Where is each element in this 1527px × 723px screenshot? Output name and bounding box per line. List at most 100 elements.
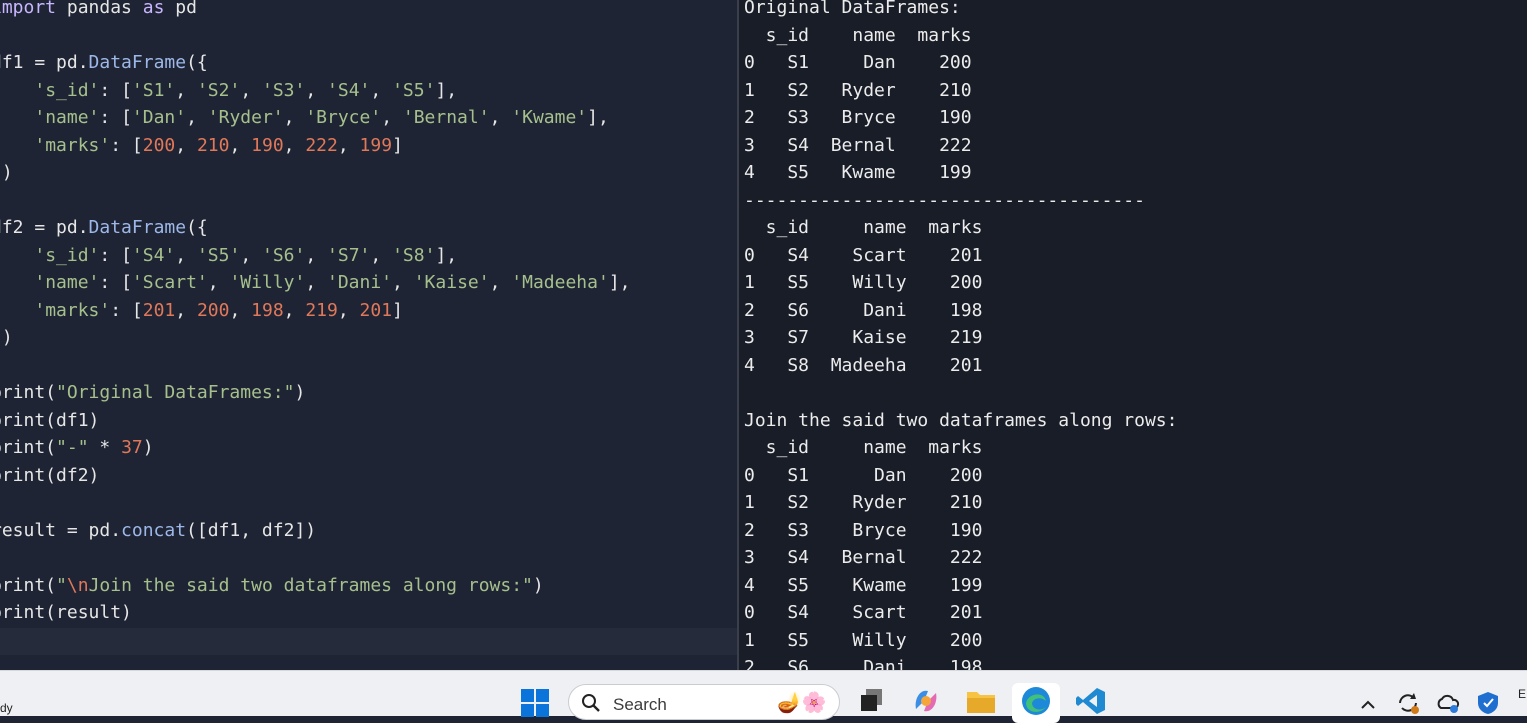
code-token: }) [0, 327, 13, 348]
code-token: , [283, 107, 306, 128]
code-token: "-" [56, 437, 89, 458]
code-token: : [ [99, 244, 132, 266]
code-token: print(df2) [0, 464, 100, 486]
status-text: dy [0, 701, 13, 715]
code-token: print(result) [0, 602, 132, 623]
code-token: , [229, 299, 252, 321]
code-line: result = pd.concat([df1, df2]) [0, 517, 316, 544]
code-token: ], [608, 272, 631, 293]
code-token: ], [435, 79, 458, 101]
code-token: 'Willy' [229, 272, 306, 293]
code-token: 'S5' [392, 79, 436, 101]
code-token: 'Scart' [131, 272, 208, 293]
output-line: Join the said two dataframes along rows: [744, 409, 1178, 431]
code-token: ([df1, df2]) [186, 519, 317, 541]
code-token: * [88, 437, 122, 458]
output-line: 2 S3 Bryce 190 [744, 519, 983, 541]
output-line: 1 S5 Willy 200 [744, 272, 983, 293]
code-editor[interactable]: import pandas as pddf1 = pd.DataFrame({ … [0, 0, 737, 670]
code-token: 200 [196, 299, 230, 321]
sync-icon[interactable] [1392, 687, 1424, 719]
code-token: 'S4' [131, 244, 176, 266]
code-token: 210 [196, 134, 230, 156]
code-token: pd [164, 0, 197, 18]
code-token: : [ [110, 299, 143, 321]
output-line: 4 S8 Madeeha 201 [744, 354, 983, 376]
code-token: DataFrame [88, 52, 187, 73]
chevron-up-icon[interactable] [1352, 689, 1384, 721]
code-token: 'Madeeha' [511, 272, 609, 293]
code-token: 201 [359, 299, 393, 321]
code-token: 'S2' [196, 79, 241, 101]
output-line: 0 S4 Scart 201 [744, 602, 983, 623]
output-line: 3 S4 Bernal 222 [744, 547, 983, 568]
code-token: Join the said two dataframes along rows:… [88, 574, 533, 596]
output-line: 0 S1 Dan 200 [744, 52, 972, 73]
code-token: 's_id' [34, 244, 100, 266]
code-token: 'Dan' [131, 107, 187, 128]
edge-icon[interactable] [1020, 685, 1052, 717]
output-console[interactable]: Original DataFrames: s_id name marks 0 S1… [739, 0, 1527, 670]
code-token: , [370, 79, 393, 101]
code-token: , [207, 272, 230, 293]
code-token: , [337, 299, 360, 321]
code-token: , [489, 107, 512, 128]
code-token: concat [121, 519, 187, 541]
code-token: 219 [305, 299, 338, 321]
code-token: 'S4' [327, 79, 371, 101]
defender-icon[interactable] [1472, 687, 1504, 719]
code-line: }) [0, 324, 13, 351]
code-token: 199 [359, 134, 393, 156]
code-token: 198 [251, 299, 284, 321]
code-token: , [392, 272, 414, 293]
code-token: \n [66, 574, 89, 596]
code-token: " [56, 574, 67, 596]
code-token: 'Kwame' [511, 107, 588, 128]
code-token: : [ [99, 272, 132, 293]
code-token: ], [587, 107, 609, 128]
output-line: 2 S6 Dani 198 [744, 657, 983, 670]
vscode-icon[interactable] [1075, 685, 1107, 717]
code-token: print( [0, 437, 57, 458]
code-token: , [229, 134, 252, 156]
code-token: }) [0, 162, 13, 183]
code-line: 's_id': ['S1', 'S2', 'S3', 'S4', 'S5'], [0, 77, 457, 104]
code-token: , [305, 244, 328, 266]
code-token: ) [532, 574, 544, 596]
code-token: , [175, 299, 197, 321]
output-line: 0 S4 Scart 201 [744, 244, 983, 266]
output-line: 2 S6 Dani 198 [744, 299, 983, 321]
code-token: print(df1) [0, 409, 100, 431]
output-line: 4 S5 Kwame 199 [744, 162, 972, 183]
code-line: df2 = pd.DataFrame({ [0, 214, 208, 241]
code-token: , [370, 244, 393, 266]
code-token: 'Kaise' [413, 272, 490, 293]
code-token: ) [294, 382, 306, 403]
current-line-highlight [0, 628, 737, 655]
file-explorer-icon[interactable] [965, 685, 997, 717]
code-line: print("-" * 37) [0, 434, 154, 461]
code-line: 's_id': ['S4', 'S5', 'S6', 'S7', 'S8'], [0, 242, 457, 269]
code-token: , [489, 272, 512, 293]
cloud-icon[interactable] [1432, 687, 1464, 719]
copilot-icon[interactable] [910, 685, 942, 717]
code-line: print(df1) [0, 407, 99, 434]
code-token: 'S1' [131, 79, 176, 101]
windows-start-icon[interactable] [519, 687, 551, 719]
output-line: s_id name marks [744, 217, 983, 238]
output-line: Original DataFrames: [744, 0, 961, 18]
code-token: , [305, 79, 328, 101]
code-token: ( [45, 382, 57, 403]
code-token: ] [392, 134, 403, 156]
code-token: , [175, 244, 197, 266]
code-token: 'S6' [262, 244, 306, 266]
output-line: s_id name marks [744, 24, 972, 46]
task-view-icon[interactable] [856, 685, 888, 717]
output-line: 1 S2 Ryder 210 [744, 79, 972, 101]
code-line: 'marks': [200, 210, 190, 222, 199] [0, 132, 403, 159]
code-token: "Original DataFrames:" [56, 382, 295, 403]
code-token: 'name' [34, 272, 100, 293]
code-token: : [ [99, 107, 132, 128]
